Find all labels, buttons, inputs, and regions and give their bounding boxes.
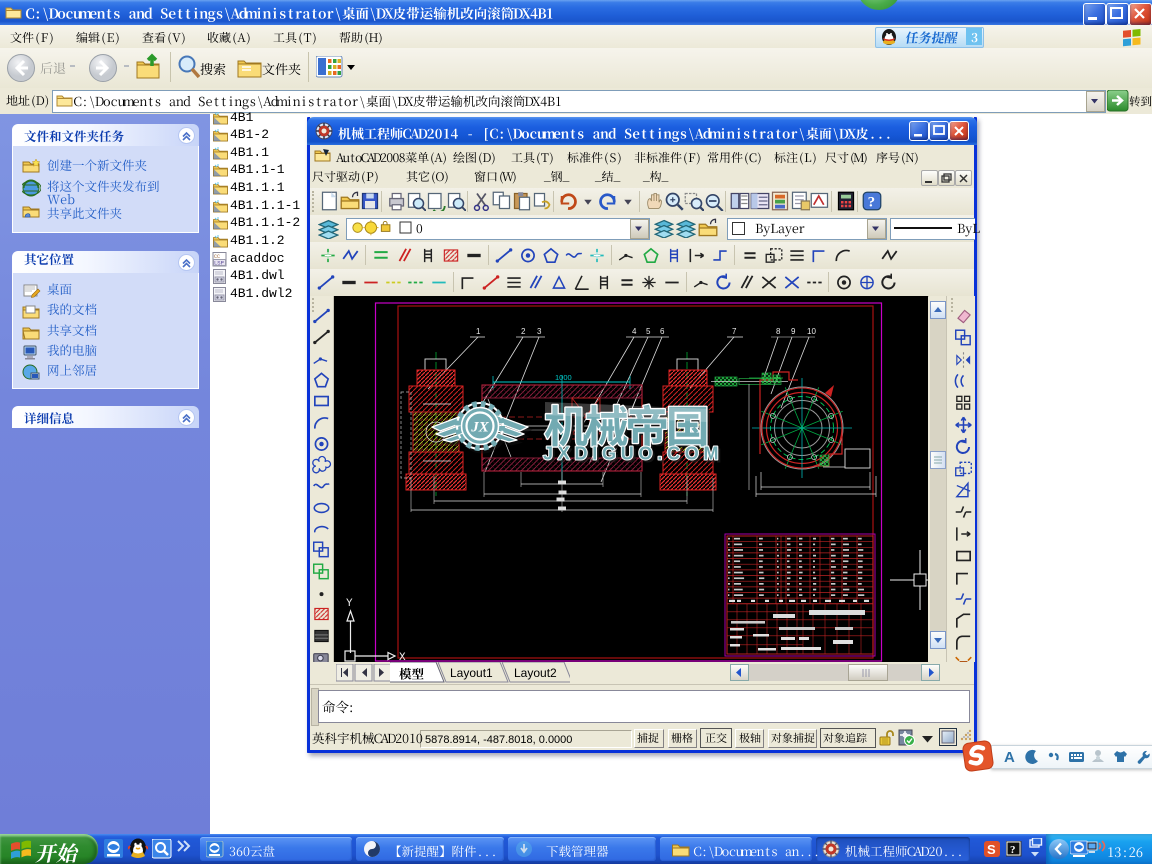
svg-text:1: 1	[476, 327, 481, 336]
svg-text:1000: 1000	[555, 373, 572, 382]
svg-text:4: 4	[632, 327, 637, 336]
svg-text:X: X	[399, 652, 406, 662]
svg-text:8: 8	[776, 327, 781, 336]
svg-text:?: ?	[868, 195, 876, 211]
svg-text:?: ?	[1010, 844, 1016, 856]
svg-text:6: 6	[660, 327, 665, 336]
svg-text:5: 5	[646, 327, 651, 336]
svg-text:Layout1: Layout1	[450, 666, 493, 680]
svg-text:JXDIGUO.COM: JXDIGUO.COM	[543, 444, 720, 464]
svg-text:Layout2: Layout2	[514, 666, 557, 680]
svg-text:LSP: LSP	[214, 259, 224, 266]
svg-text:JX: JX	[470, 420, 490, 436]
svg-text:10: 10	[807, 327, 816, 336]
svg-text:S: S	[987, 842, 996, 857]
svg-text:Y: Y	[346, 598, 353, 610]
svg-text:3: 3	[537, 327, 542, 336]
svg-text:7: 7	[732, 327, 737, 336]
svg-text:9: 9	[791, 327, 796, 336]
svg-text:A: A	[1004, 749, 1015, 765]
svg-text:2: 2	[521, 327, 526, 336]
